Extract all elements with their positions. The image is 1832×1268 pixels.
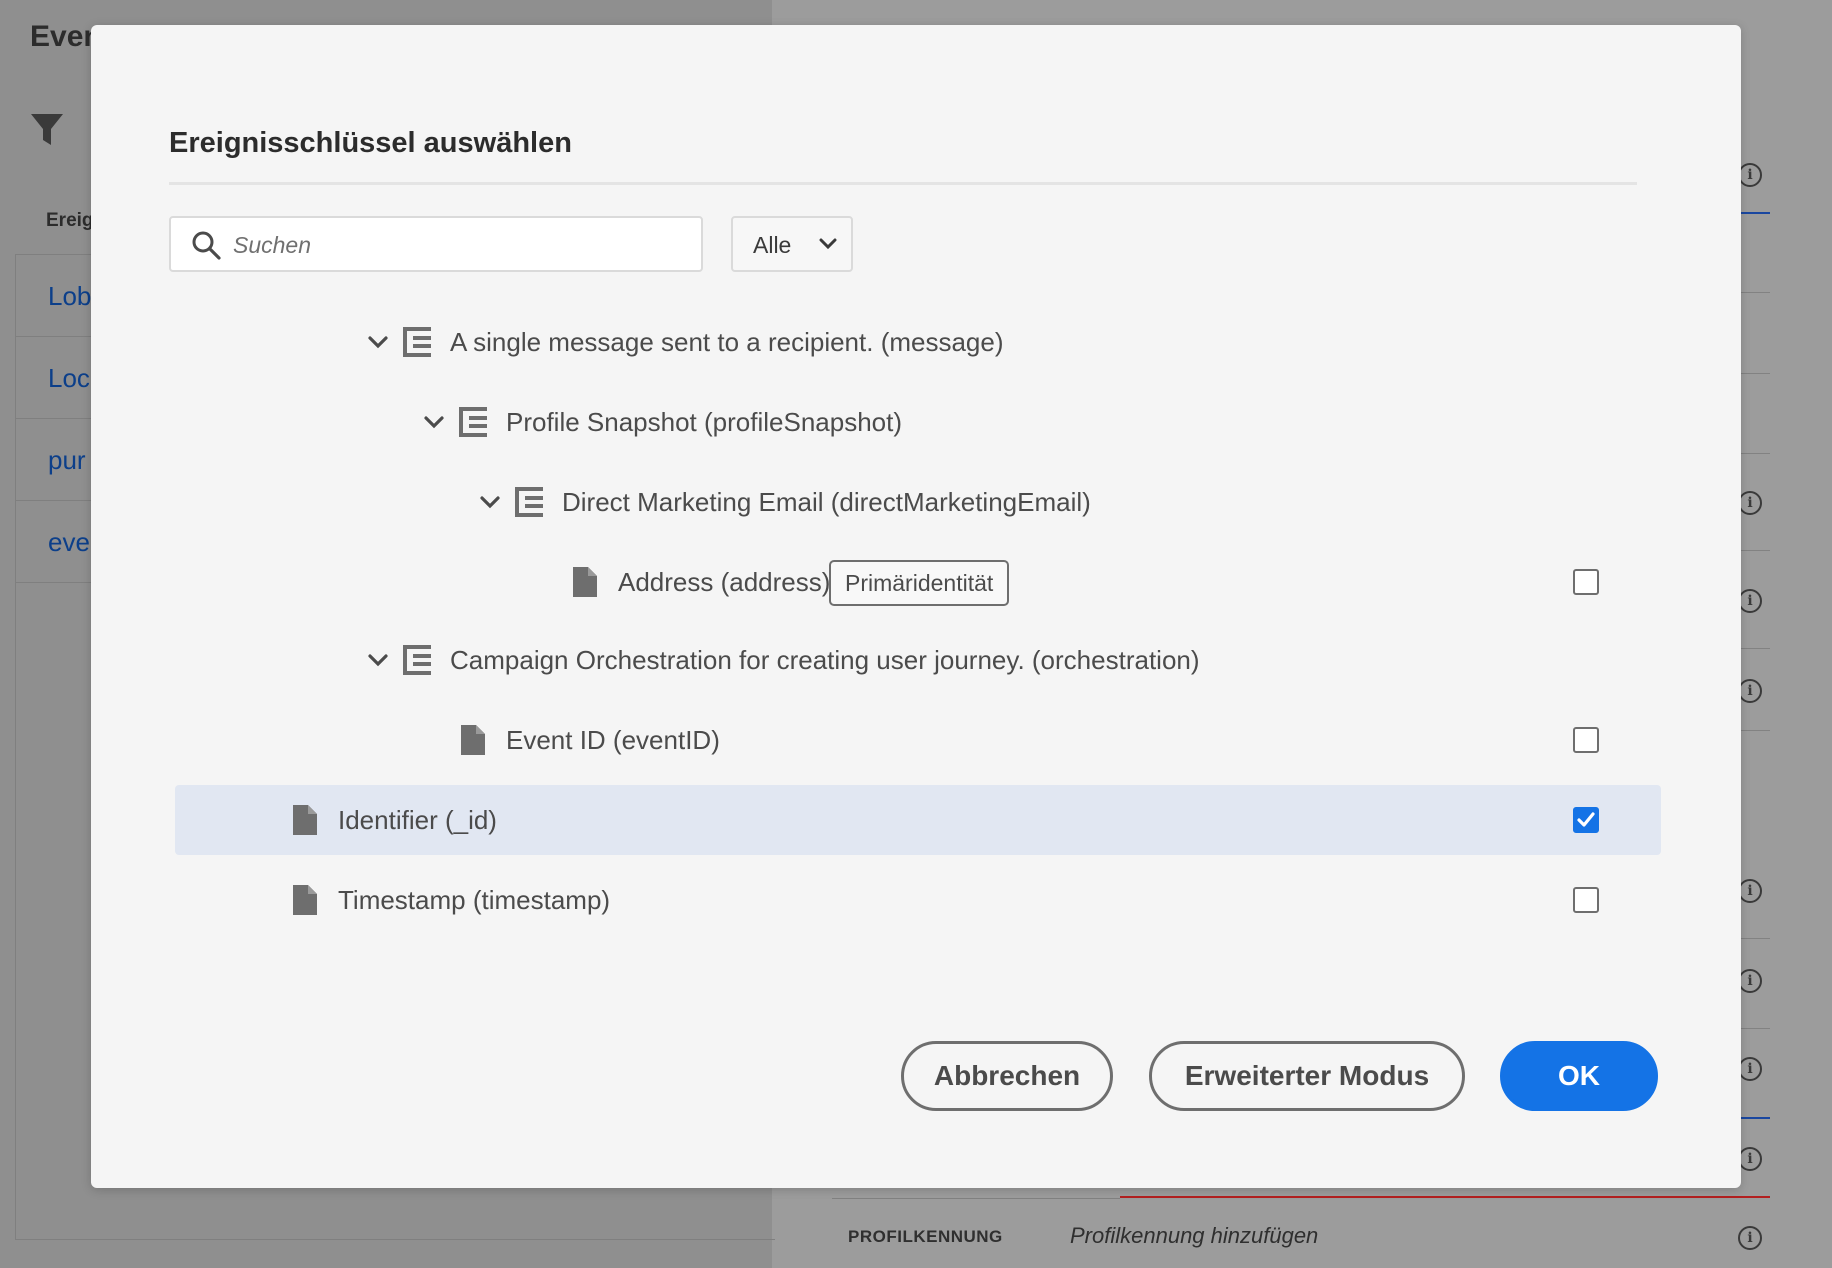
tree-node-label: Campaign Orchestration for creating user… <box>450 645 1200 675</box>
field-icon <box>461 725 485 755</box>
chevron-down-icon[interactable] <box>366 648 390 672</box>
tree-node-label: Direct Marketing Email (directMarketingE… <box>562 487 1091 517</box>
info-icon[interactable]: i <box>1738 1057 1762 1081</box>
chevron-down-icon[interactable] <box>366 330 390 354</box>
tree-node-orchestration[interactable]: Campaign Orchestration for creating user… <box>91 625 1741 695</box>
tree-node-identifier[interactable]: Identifier (_id) <box>91 785 1741 855</box>
error-underline <box>1120 1196 1770 1198</box>
info-icon[interactable]: i <box>1738 163 1762 187</box>
filter-dropdown[interactable]: Alle <box>731 216 853 272</box>
tree-node-direct-marketing-email[interactable]: Direct Marketing Email (directMarketingE… <box>91 467 1741 537</box>
info-icon[interactable]: i <box>1738 1226 1762 1250</box>
tree-node-profile-snapshot[interactable]: Profile Snapshot (profileSnapshot) <box>91 387 1741 457</box>
advanced-mode-button[interactable]: Erweiterter Modus <box>1149 1041 1465 1111</box>
object-icon <box>403 327 431 357</box>
address-checkbox[interactable] <box>1573 569 1599 595</box>
info-icon[interactable]: i <box>1738 969 1762 993</box>
ok-button[interactable]: OK <box>1500 1041 1658 1111</box>
identifier-checkbox[interactable] <box>1573 807 1599 833</box>
chevron-down-icon[interactable] <box>478 490 502 514</box>
cancel-button[interactable]: Abbrechen <box>901 1041 1113 1111</box>
profile-id-label: PROFILKENNUNG <box>848 1227 1003 1246</box>
tree-node-address[interactable]: Address (address) Primäridentität <box>91 547 1741 617</box>
tree-node-campaign[interactable]: campaign <box>91 285 1741 299</box>
filter-selected-value: Alle <box>753 232 792 258</box>
tree-node-label: Profile Snapshot (profileSnapshot) <box>506 407 903 437</box>
object-icon <box>515 487 543 517</box>
tree-node-message[interactable]: A single message sent to a recipient. (m… <box>91 307 1741 377</box>
tree-node-label: Address (address) <box>618 567 831 597</box>
add-profile-id-link[interactable]: Profilkennung hinzufügen <box>1070 1223 1318 1249</box>
chevron-down-icon <box>819 238 837 250</box>
tree-node-label: Event ID (eventID) <box>506 725 720 755</box>
checkmark-icon <box>1577 812 1595 827</box>
tree-node-event-id[interactable]: Event ID (eventID) <box>91 705 1741 775</box>
search-field[interactable] <box>169 216 703 272</box>
field-icon <box>573 567 597 597</box>
primary-identity-badge: Primäridentität <box>829 560 1010 606</box>
chevron-down-icon[interactable] <box>422 410 446 434</box>
object-icon <box>403 645 431 675</box>
dialog-title: Ereignisschlüssel auswählen <box>169 127 572 159</box>
filter-icon[interactable] <box>30 112 64 148</box>
dialog-divider <box>169 182 1637 185</box>
tree-node-timestamp[interactable]: Timestamp (timestamp) <box>91 865 1741 935</box>
event-id-checkbox[interactable] <box>1573 727 1599 753</box>
info-icon[interactable]: i <box>1738 589 1762 613</box>
info-icon[interactable]: i <box>1738 879 1762 903</box>
tree-node-label: Timestamp (timestamp) <box>338 885 611 915</box>
info-icon[interactable]: i <box>1738 491 1762 515</box>
field-icon <box>293 885 317 915</box>
field-icon <box>293 805 317 835</box>
background-column-header: Ereig <box>46 210 94 231</box>
divider <box>832 1198 1120 1199</box>
info-icon[interactable]: i <box>1738 1147 1762 1171</box>
object-icon <box>459 407 487 437</box>
tree-node-label: Identifier (_id) <box>338 805 497 835</box>
select-event-key-dialog: Ereignisschlüssel auswählen Alle <box>91 25 1741 1188</box>
search-icon <box>192 231 221 260</box>
timestamp-checkbox[interactable] <box>1573 887 1599 913</box>
tree-node-label: A single message sent to a recipient. (m… <box>450 327 1004 357</box>
field-tree: campaign A single message sent to a reci… <box>91 285 1741 1035</box>
search-input[interactable] <box>233 226 683 264</box>
info-icon[interactable]: i <box>1738 679 1762 703</box>
